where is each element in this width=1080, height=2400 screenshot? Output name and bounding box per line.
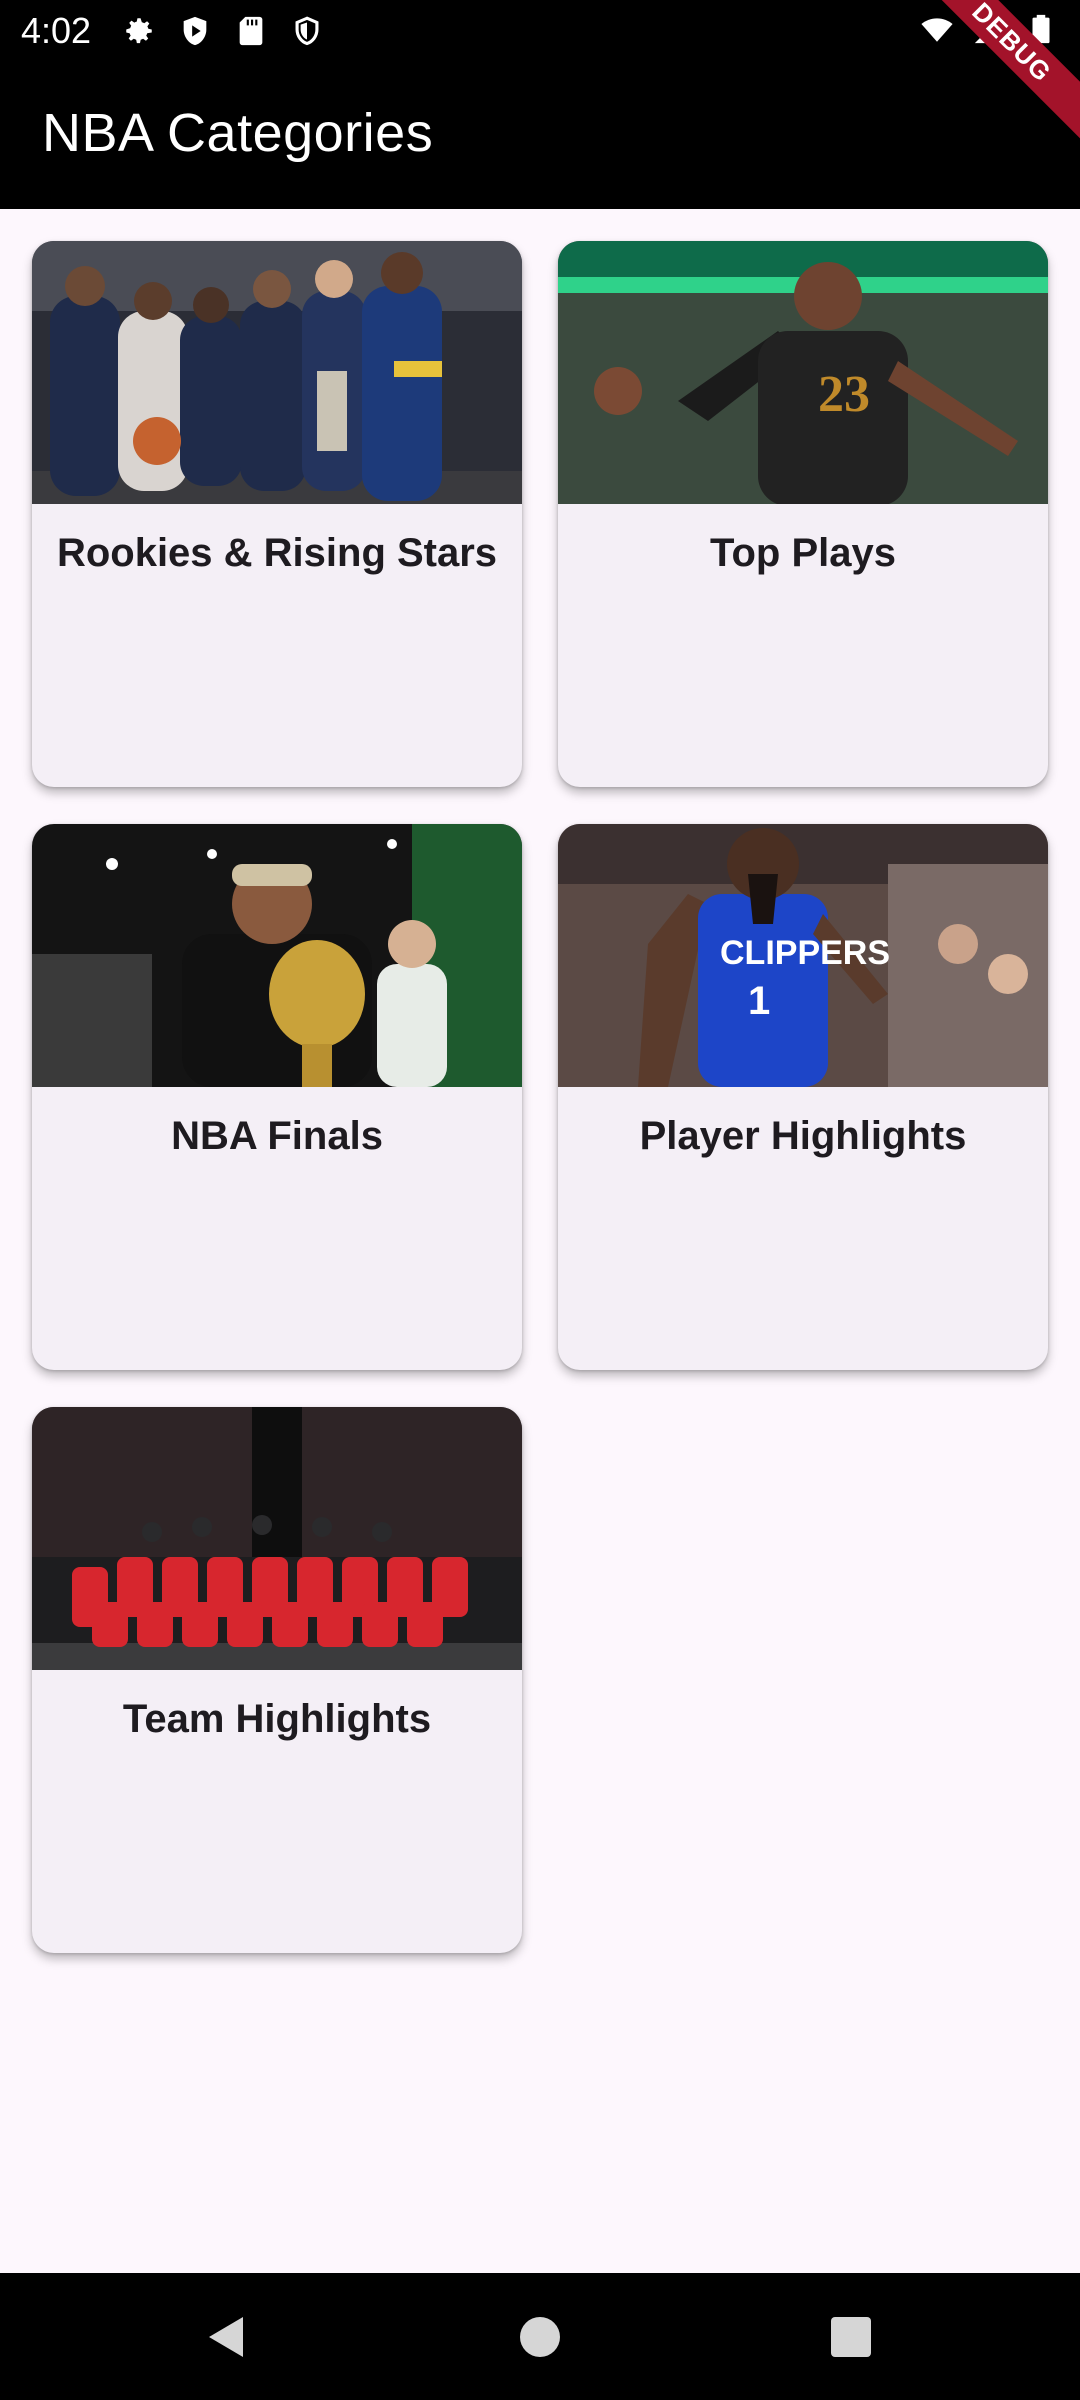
player-cavaliers-23: 23 <box>558 241 1048 506</box>
shield-play-icon <box>183 16 207 46</box>
sd-card-icon <box>239 16 263 46</box>
category-label: Top Plays <box>710 531 896 575</box>
recents-icon[interactable] <box>831 2317 871 2357</box>
category-card-player-highlights[interactable]: CLIPPERS 1 Player Highlights <box>558 824 1048 1370</box>
category-card-top-plays[interactable]: 23 Top Plays <box>558 241 1048 787</box>
category-label: NBA Finals <box>171 1114 383 1158</box>
svg-text:CLIPPERS: CLIPPERS <box>720 934 890 972</box>
wifi-icon <box>921 18 953 42</box>
back-icon[interactable] <box>205 2315 245 2359</box>
category-label: Team Highlights <box>122 1697 432 1741</box>
category-label: Player Highlights <box>639 1114 967 1158</box>
status-bar: 4:02 <box>0 0 1080 62</box>
category-card-nba-finals[interactable]: NBA Finals <box>32 824 522 1370</box>
navigation-bar <box>0 2273 1080 2400</box>
gear-icon <box>126 18 152 44</box>
player-clippers-1: CLIPPERS 1 <box>558 824 1048 1087</box>
shield-icon <box>295 16 319 46</box>
svg-text:1: 1 <box>748 979 770 1023</box>
category-card-team-highlights[interactable]: Team Highlights <box>32 1407 522 1953</box>
svg-text:23: 23 <box>818 366 870 423</box>
top-bar: 4:02 NBA Categories <box>0 0 1080 209</box>
rising-stars-team-photo <box>32 241 522 504</box>
screen: 4:02 NBA Categories DEBUG Rookies & Risi… <box>0 0 1080 2400</box>
status-time: 4:02 <box>21 10 92 51</box>
finals-trophy-celebration <box>32 824 522 1087</box>
category-card-rookies[interactable]: Rookies & Rising Stars <box>32 241 522 787</box>
page-title: NBA Categories <box>42 103 434 163</box>
category-label: Rookies & Rising Stars <box>56 531 498 575</box>
status-left-icons <box>122 14 324 48</box>
bulls-team-photo <box>32 1407 522 1670</box>
home-icon[interactable] <box>520 2317 560 2357</box>
